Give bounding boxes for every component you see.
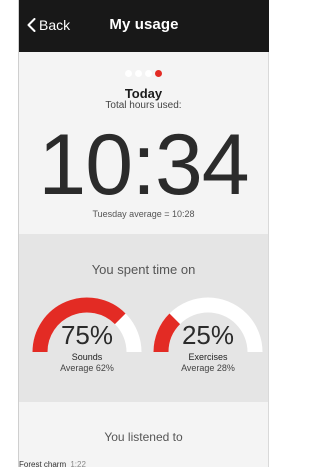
- page-dot[interactable]: [125, 70, 132, 77]
- exercises-gauge: 25% Exercises Average 28%: [153, 296, 263, 392]
- page-dot[interactable]: [155, 70, 162, 77]
- total-hours-value: 10:34: [38, 117, 249, 213]
- time-spent-heading: You spent time on: [91, 262, 196, 277]
- total-hours-label: Total hours used:: [105, 100, 182, 111]
- page-indicator[interactable]: [19, 70, 268, 77]
- track-duration: 1:22: [70, 460, 86, 469]
- daily-average-label: Tuesday average = 10:28: [92, 209, 195, 219]
- time-spent-section: You spent time on 75% Sounds Average 62%…: [19, 234, 268, 402]
- today-heading: Today: [124, 86, 163, 101]
- exercises-label: Exercises: [188, 352, 228, 362]
- sounds-label: Sounds: [71, 352, 103, 362]
- listened-section: You listened to Forest charm 1:22: [19, 402, 268, 469]
- page-dot[interactable]: [135, 70, 142, 77]
- sounds-percent: 75%: [60, 320, 114, 350]
- sounds-average: Average 62%: [60, 363, 114, 373]
- track-name: Forest charm: [19, 460, 67, 469]
- usage-content: Today Total hours used: 10:34 Tuesday av…: [19, 52, 268, 469]
- right-border: [268, 0, 269, 467]
- listened-heading: You listened to: [104, 430, 183, 444]
- sounds-gauge: 75% Sounds Average 62%: [32, 296, 142, 392]
- navigation-bar: Back My usage: [19, 0, 269, 52]
- exercises-percent: 25%: [181, 320, 235, 350]
- page-title: My usage: [109, 16, 179, 33]
- page-dot[interactable]: [145, 70, 152, 77]
- exercises-average: Average 28%: [181, 363, 235, 373]
- list-item[interactable]: Forest charm 1:22: [19, 460, 86, 469]
